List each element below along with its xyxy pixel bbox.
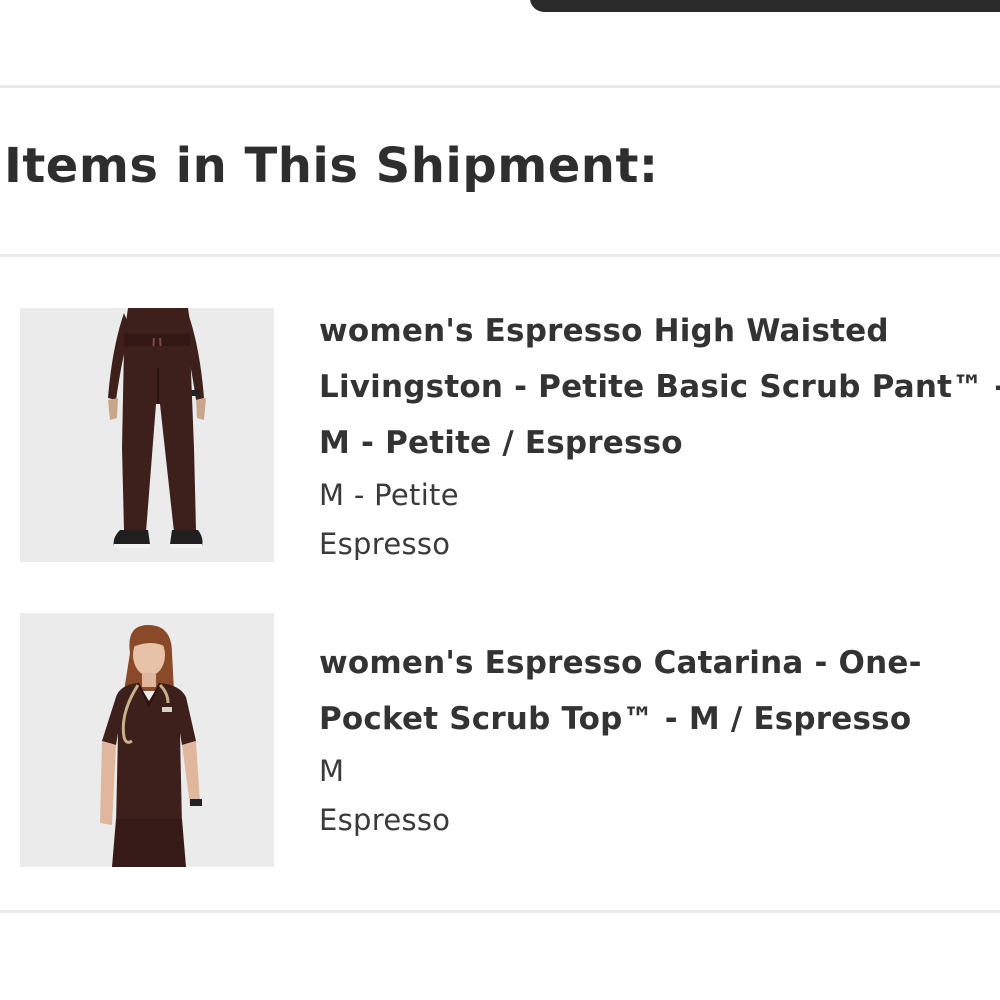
scrub-pant-photo-icon <box>108 308 206 548</box>
product-thumbnail-pant[interactable] <box>20 308 274 562</box>
divider-top <box>0 85 1000 88</box>
item-color: Espresso <box>319 803 451 837</box>
item-name[interactable]: women's Espresso High Waisted Livingston… <box>319 303 1000 471</box>
item-details: women's Espresso Catarina - One-Pocket S… <box>319 613 1000 845</box>
divider-below-title <box>0 254 1000 257</box>
item-size: M - Petite <box>319 478 459 512</box>
item-size: M <box>319 754 345 788</box>
item-name[interactable]: women's Espresso Catarina - One-Pocket S… <box>319 635 939 747</box>
scrub-top-photo-icon <box>100 625 202 867</box>
item-color: Espresso <box>319 527 451 561</box>
page-title: Items in This Shipment: <box>4 138 659 194</box>
item-details: women's Espresso High Waisted Livingston… <box>319 308 1000 569</box>
top-button-edge[interactable] <box>530 0 1000 12</box>
product-thumbnail-top[interactable] <box>20 613 274 867</box>
shipment-page: Items in This Shipment: women's Espresso… <box>0 0 1000 1000</box>
divider-bottom <box>0 910 1000 913</box>
